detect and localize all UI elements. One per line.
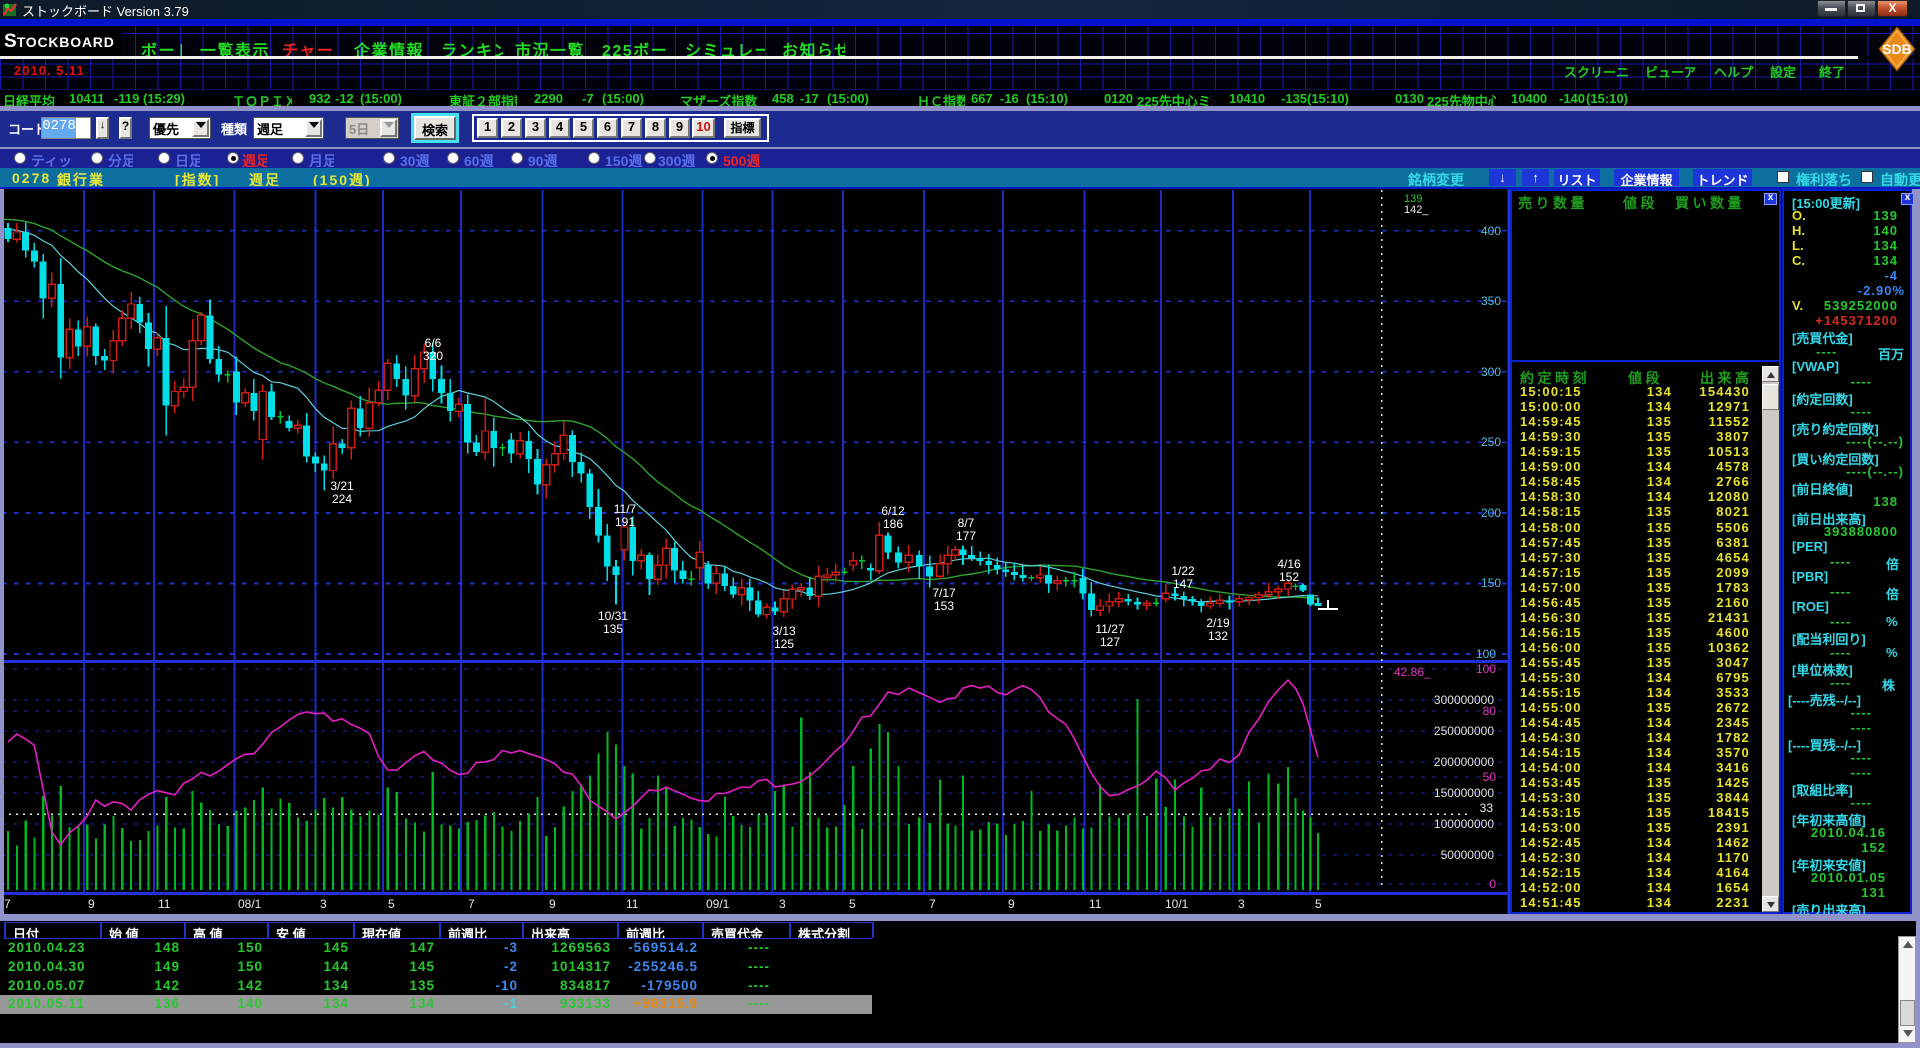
svg-text:11: 11 — [626, 897, 639, 911]
svg-text:10/31: 10/31 — [598, 609, 628, 623]
svg-text:08/1: 08/1 — [238, 897, 262, 911]
svg-text:80: 80 — [1483, 704, 1497, 718]
svg-text:7: 7 — [468, 897, 475, 911]
svg-text:132: 132 — [1208, 629, 1228, 643]
svg-text:6/12: 6/12 — [881, 504, 905, 518]
svg-text:320: 320 — [423, 349, 443, 363]
svg-text:177: 177 — [956, 529, 976, 543]
svg-text:7: 7 — [929, 897, 936, 911]
svg-text:50: 50 — [1483, 770, 1497, 784]
svg-text:400: 400 — [1481, 224, 1501, 238]
svg-text:SDB: SDB — [1882, 41, 1912, 57]
svg-text:150000000: 150000000 — [1434, 786, 1494, 800]
svg-text:191: 191 — [615, 515, 635, 529]
svg-text:147: 147 — [1173, 577, 1193, 591]
svg-text:0: 0 — [1489, 877, 1496, 891]
svg-text:5: 5 — [849, 897, 856, 911]
svg-text:10/1: 10/1 — [1165, 897, 1189, 911]
svg-text:200: 200 — [1481, 506, 1501, 520]
svg-text:186: 186 — [883, 517, 903, 531]
svg-text:50000000: 50000000 — [1441, 848, 1495, 862]
svg-text:6/6: 6/6 — [425, 336, 442, 350]
svg-text:11: 11 — [1089, 897, 1102, 911]
svg-text:100: 100 — [1476, 662, 1496, 676]
svg-text:1/22: 1/22 — [1171, 564, 1195, 578]
svg-text:5: 5 — [388, 897, 395, 911]
svg-text:9: 9 — [549, 897, 556, 911]
svg-text:33: 33 — [1480, 801, 1494, 815]
svg-text:3: 3 — [320, 897, 327, 911]
svg-text:3: 3 — [779, 897, 786, 911]
svg-text:9: 9 — [1008, 897, 1015, 911]
svg-text:3/13: 3/13 — [772, 624, 796, 638]
svg-text:300: 300 — [1481, 365, 1501, 379]
svg-text:8/7: 8/7 — [958, 516, 975, 530]
svg-text:7: 7 — [4, 897, 11, 911]
svg-text:11/27: 11/27 — [1095, 622, 1124, 636]
svg-text:9: 9 — [88, 897, 95, 911]
svg-text:125: 125 — [774, 637, 794, 651]
svg-text:100000000: 100000000 — [1434, 817, 1494, 831]
svg-text:153: 153 — [934, 599, 954, 613]
svg-text:142_: 142_ — [1404, 204, 1429, 216]
svg-text:224: 224 — [332, 492, 352, 506]
svg-text:42.86_: 42.86_ — [1394, 665, 1431, 679]
svg-text:4/16: 4/16 — [1277, 557, 1301, 571]
svg-text:127: 127 — [1100, 635, 1120, 649]
svg-text:09/1: 09/1 — [706, 897, 730, 911]
svg-text:200000000: 200000000 — [1434, 755, 1494, 769]
svg-text:250: 250 — [1481, 435, 1501, 449]
svg-text:150: 150 — [1481, 576, 1501, 590]
svg-text:11/7: 11/7 — [614, 502, 637, 516]
svg-text:7/17: 7/17 — [932, 586, 956, 600]
svg-text:350: 350 — [1481, 294, 1501, 308]
svg-text:135: 135 — [603, 622, 623, 636]
svg-text:11: 11 — [158, 897, 171, 911]
svg-text:2/19: 2/19 — [1206, 616, 1230, 630]
svg-text:5: 5 — [1315, 897, 1322, 911]
svg-text:250000000: 250000000 — [1434, 724, 1494, 738]
svg-text:152: 152 — [1279, 570, 1299, 584]
svg-text:3: 3 — [1238, 897, 1245, 911]
svg-text:100: 100 — [1476, 647, 1496, 661]
svg-text:3/21: 3/21 — [330, 479, 354, 493]
